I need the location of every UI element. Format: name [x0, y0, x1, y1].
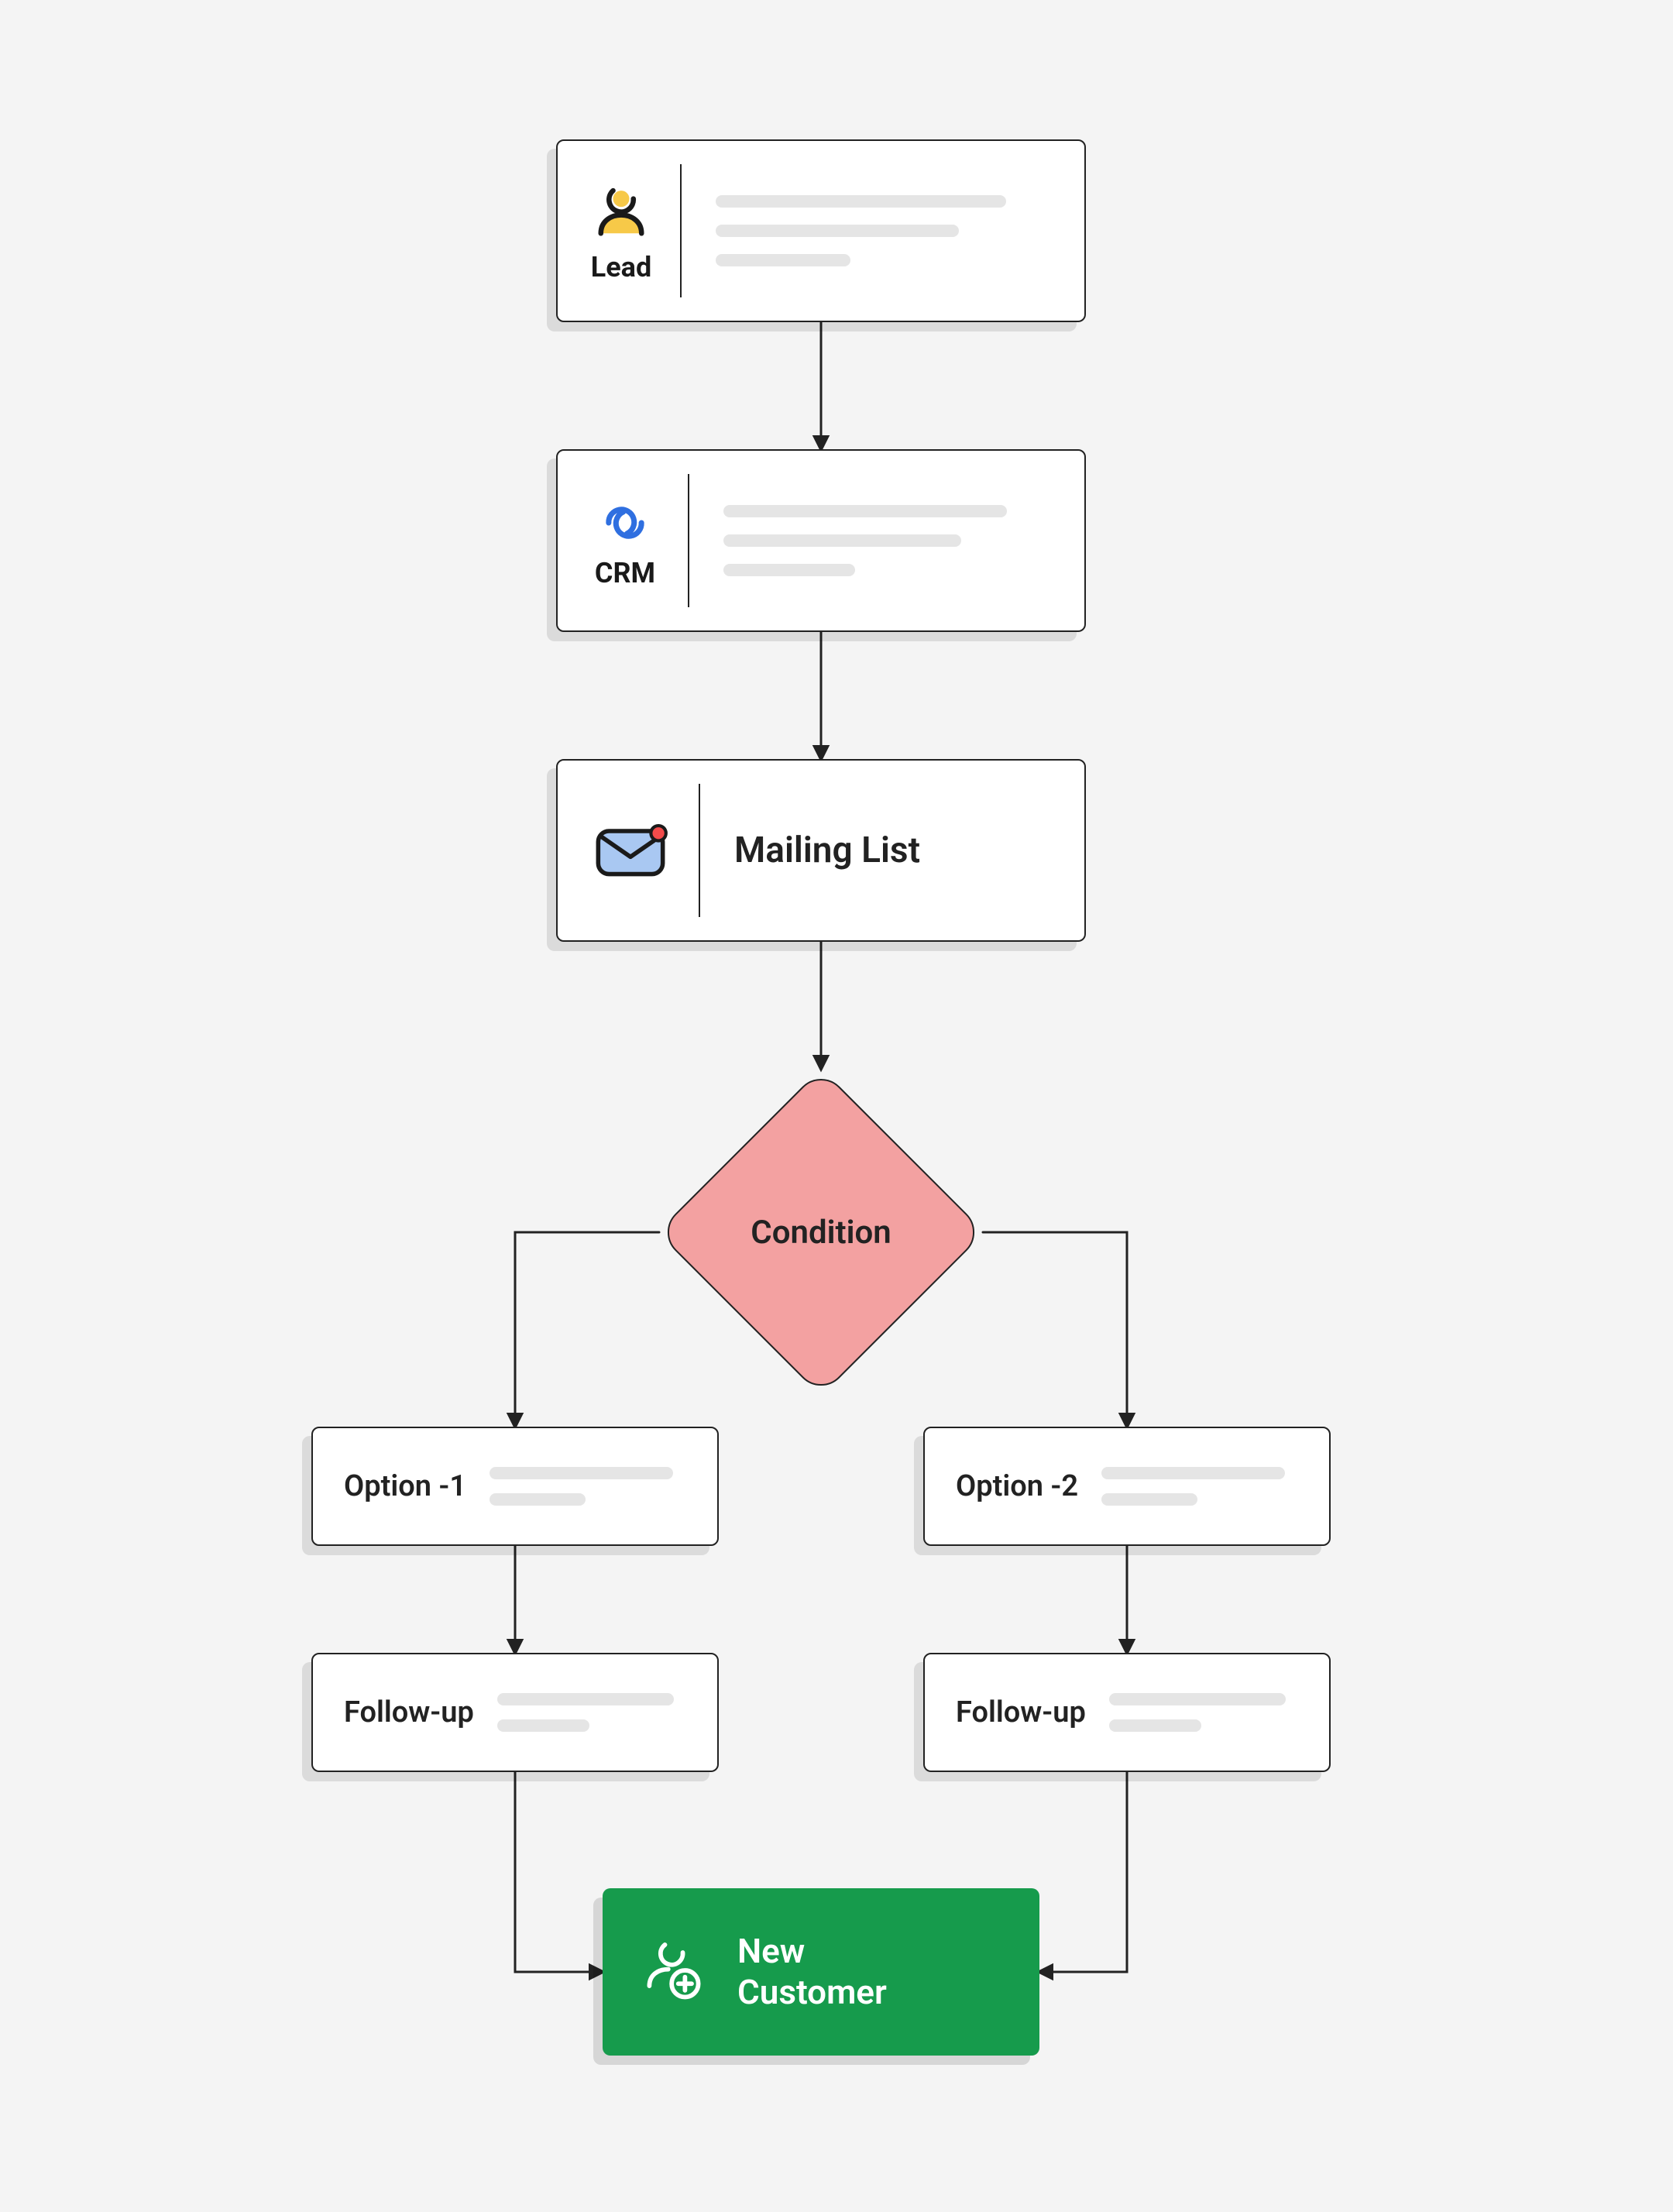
placeholder-line	[490, 1467, 673, 1479]
placeholder-line	[490, 1493, 586, 1506]
node-crm: CRM	[556, 449, 1086, 632]
placeholder-line	[1109, 1693, 1286, 1705]
node-lead: Lead	[556, 139, 1086, 322]
node-followup-1: Follow-up	[311, 1653, 719, 1772]
node-mailing-list: Mailing List	[556, 759, 1086, 942]
node-option-1-label: Option -1	[313, 1469, 466, 1503]
node-mailing-title: Mailing List	[700, 830, 1084, 871]
node-lead-label: Lead	[591, 253, 651, 281]
placeholder-line	[1101, 1493, 1197, 1506]
placeholder-line	[1109, 1719, 1201, 1732]
placeholder-line	[716, 225, 959, 237]
placeholder-line	[723, 505, 1007, 517]
node-new-customer: New Customer	[603, 1888, 1039, 2056]
placeholder-line	[723, 534, 961, 547]
placeholder-line	[716, 195, 1006, 208]
crm-link-icon	[589, 494, 661, 551]
edge-followup1-end	[515, 1772, 603, 1972]
node-crm-label: CRM	[595, 559, 655, 587]
lead-person-icon	[589, 180, 654, 246]
node-option-2: Option -2	[923, 1427, 1331, 1546]
edge-condition-option1	[515, 1232, 659, 1427]
edge-condition-option2	[983, 1232, 1127, 1427]
node-option-2-label: Option -2	[925, 1469, 1078, 1503]
edge-followup2-end	[1039, 1772, 1127, 1972]
node-followup-2: Follow-up	[923, 1653, 1331, 1772]
placeholder-line	[497, 1693, 674, 1705]
new-customer-line1: New	[737, 1931, 887, 1972]
new-customer-icon	[638, 1935, 709, 2009]
mail-icon	[592, 819, 669, 881]
node-option-1: Option -1	[311, 1427, 719, 1546]
node-followup-1-label: Follow-up	[313, 1695, 474, 1729]
new-customer-line2: Customer	[737, 1972, 887, 2013]
placeholder-line	[716, 254, 850, 266]
node-condition: Condition	[705, 1116, 937, 1348]
placeholder-line	[723, 564, 855, 576]
placeholder-line	[1101, 1467, 1285, 1479]
node-followup-2-label: Follow-up	[925, 1695, 1086, 1729]
placeholder-line	[497, 1719, 589, 1732]
